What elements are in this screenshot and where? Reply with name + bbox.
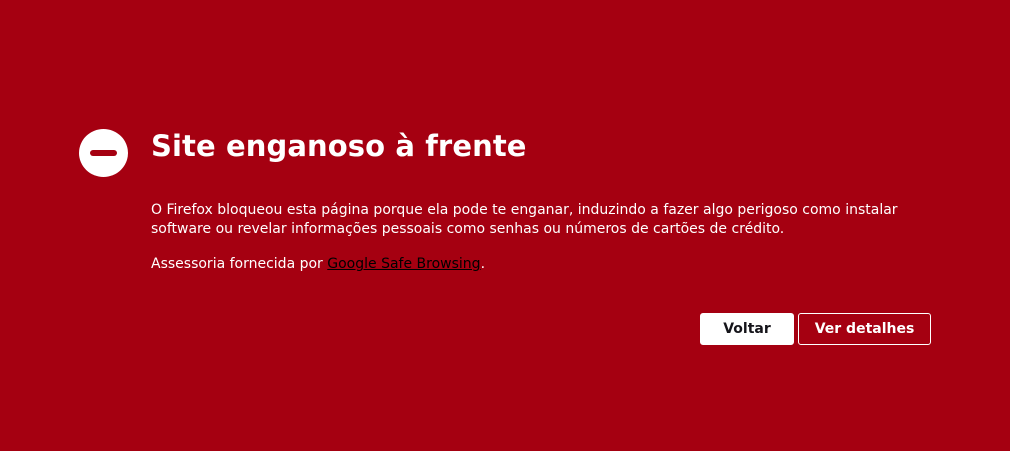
google-safe-browsing-link[interactable]: Google Safe Browsing (327, 256, 480, 272)
deceptive-site-warning-page: Site enganoso à frente O Firefox bloqueo… (0, 0, 1010, 451)
page-title: Site enganoso à frente (151, 129, 527, 163)
warning-description: O Firefox bloqueou esta página porque el… (151, 202, 898, 237)
go-back-button[interactable]: Voltar (700, 313, 794, 345)
advisory-text: Assessoria fornecida por Google Safe Bro… (151, 255, 485, 274)
blocked-minus-circle-icon (79, 129, 128, 177)
minus-bar (90, 150, 117, 156)
advisory-prefix: Assessoria fornecida por (151, 256, 328, 272)
see-details-button[interactable]: Ver detalhes (798, 313, 931, 345)
advisory-suffix: . (480, 256, 486, 272)
